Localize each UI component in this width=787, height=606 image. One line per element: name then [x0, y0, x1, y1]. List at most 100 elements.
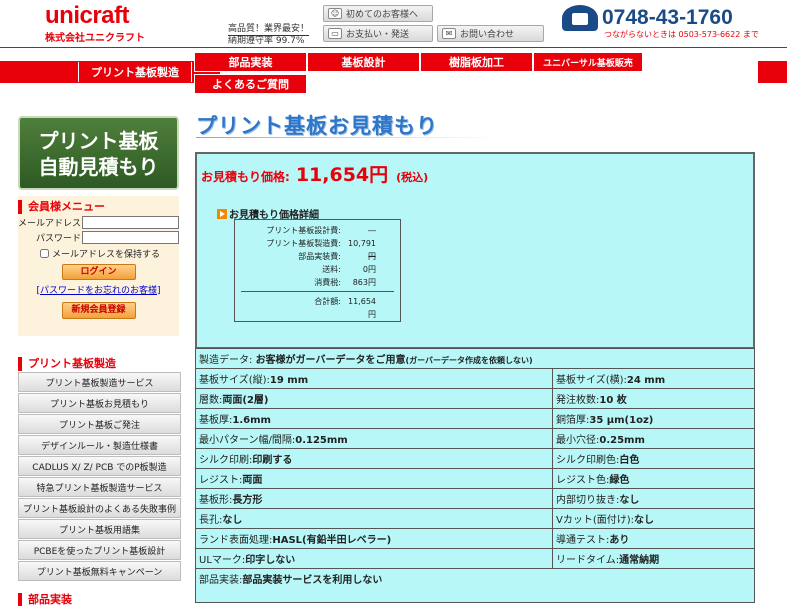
password-field[interactable] [82, 230, 179, 244]
total-label: 合計額: [314, 297, 341, 306]
table-row: 基板厚:1.6mm 銅箔厚:35 μm(1oz) [195, 408, 755, 429]
banner-line1: プリント基板 [38, 129, 159, 153]
login-button[interactable]: ログイン [61, 264, 136, 280]
payment-shipping-button[interactable]: ▭ お支払い・発送 [323, 25, 433, 42]
header-divider [0, 47, 787, 48]
nav-resin-processing[interactable]: 樹脂板加工 [420, 52, 533, 72]
password-label: パスワード [35, 233, 81, 244]
nav-universal-board[interactable]: ユニバーサル基板販売 [533, 52, 643, 72]
detail-row: 送料: 0円 [322, 265, 376, 274]
first-visit-button[interactable]: ☺ 初めてのお客様へ [323, 5, 433, 22]
total-value: 11,654円 [348, 297, 376, 319]
table-row: 製造データ: お客様がガーバーデータをご用意(ガーバーデータ作成を依頼しない) [195, 348, 755, 369]
keep-email-checkbox[interactable] [40, 249, 49, 258]
detail-row: 消費税: 863円 [314, 278, 376, 287]
spec-cell: ULマーク:印字しない [195, 548, 553, 569]
parts-menu-title: 部品実装 [18, 593, 181, 606]
spec-cell: リードタイム:通常納期 [552, 548, 755, 569]
table-row: レジスト:両面 レジスト色:緑色 [195, 468, 755, 489]
brand-name: unicraft [45, 2, 130, 29]
pcb-menu-title: プリント基板製造 [18, 357, 181, 371]
table-row: ランド表面処理:HASL(有鉛半田レベラー) 導通テスト:あり [195, 528, 755, 549]
first-visit-label: 初めてのお客様へ [346, 10, 419, 20]
spec-cell: 最小穴径:0.25mm [552, 428, 755, 449]
phone-note: つながらないときは 0503-573-6622 まで [604, 30, 759, 39]
keep-email-label: メールアドレスを保持する [52, 250, 161, 260]
spec-cell: ランド表面処理:HASL(有鉛半田レベラー) [195, 528, 553, 549]
company-logo[interactable]: unicraft 株式会社ユニクラフト [45, 2, 145, 45]
spec-cell: 基板形:長方形 [195, 488, 553, 509]
detail-row: プリント基板製造費: 10,791円 [266, 239, 376, 261]
price-value: 11,654円 [295, 164, 389, 186]
nav-pcb-design[interactable]: 基板設計 [307, 52, 420, 72]
spec-cell: 層数:両面(2層) [195, 388, 553, 409]
nav-parts-mounting[interactable]: 部品実装 [194, 52, 307, 72]
data-source-cell: 製造データ: お客様がガーバーデータをご用意(ガーバーデータ作成を依頼しない) [195, 348, 755, 369]
menu-glossary[interactable]: プリント基板用語集 [18, 519, 181, 539]
payment-shipping-label: お支払い・発送 [346, 30, 410, 40]
email-field[interactable] [82, 215, 179, 229]
contact-button[interactable]: ✉ お問い合わせ [437, 25, 544, 42]
table-row: 基板サイズ(縦):19 mm 基板サイズ(横):24 mm [195, 368, 755, 389]
detail-row: プリント基板設計費: ― [266, 226, 376, 235]
phone-block: 0748-43-1760 つながらないときは 0503-573-6622 まで [562, 5, 759, 39]
contact-label: お問い合わせ [460, 30, 515, 40]
forgot-password-label: パスワードをお忘れのお客様 [39, 286, 157, 296]
parts-mounting-cell: 部品実装:部品実装サービスを利用しない [195, 568, 755, 603]
page-title: プリント基板お見積もり [196, 115, 438, 138]
spec-cell: 長孔:なし [195, 508, 553, 529]
table-row: 最小パターン幅/間隔:0.125mm 最小穴径:0.25mm [195, 428, 755, 449]
company-name: 株式会社ユニクラフト [45, 33, 145, 44]
phone-icon [562, 5, 598, 31]
person-icon: ☺ [328, 8, 342, 19]
menu-design-rules[interactable]: デザインルール・製造仕様書 [18, 435, 181, 455]
spec-cell: レジスト色:緑色 [552, 468, 755, 489]
spec-cell: 基板サイズ(縦):19 mm [195, 368, 553, 389]
member-menu-title: 会員様メニュー [18, 200, 179, 214]
spec-cell: 発注枚数:10 枚 [552, 388, 755, 409]
menu-pcbe[interactable]: PCBEを使ったプリント基板設計 [18, 540, 181, 560]
forgot-password-link[interactable]: [パスワードをお忘れのお客様] [18, 283, 179, 296]
spec-cell: 内部切り抜き:なし [552, 488, 755, 509]
member-menu: 会員様メニュー メールアドレス パスワード メールアドレスを保持する ログイン … [18, 196, 179, 336]
menu-pcb-quote[interactable]: プリント基板お見積もり [18, 393, 181, 413]
detail-total-row: 合計額: 11,654円 [241, 291, 394, 319]
table-row: 長孔:なし Vカット(面付け):なし [195, 508, 755, 529]
email-label: メールアドレス [18, 218, 82, 229]
menu-express[interactable]: 特急プリント基板製造サービス [18, 477, 181, 497]
spec-cell: 導通テスト:あり [552, 528, 755, 549]
menu-campaign[interactable]: プリント基板無料キャンペーン [18, 561, 181, 581]
menu-cadlus[interactable]: CADLUS X/ Z/ PCB でのP板製造 [18, 456, 181, 476]
nav-faq[interactable]: よくあるご質問 [194, 74, 307, 94]
price-detail-box: プリント基板設計費: ― プリント基板製造費: 10,791円 部品実装費: ― 送料… [234, 219, 401, 322]
tagline: 高品質！業界最安！ 納期遵守率 99.7% [228, 24, 310, 48]
spec-cell: 銅箔厚:35 μm(1oz) [552, 408, 755, 429]
spec-cell: 基板サイズ(横):24 mm [552, 368, 755, 389]
phone-number: 0748-43-1760 [602, 6, 733, 29]
table-row: ULマーク:印字しない リードタイム:通常納期 [195, 548, 755, 569]
auto-quote-banner[interactable]: プリント基板 自動見積もり [18, 116, 179, 190]
menu-pcb-service[interactable]: プリント基板製造サービス [18, 372, 181, 392]
spec-table: 製造データ: お客様がガーバーデータをご用意(ガーバーデータ作成を依頼しない) … [195, 348, 755, 603]
spec-cell: レジスト:両面 [195, 468, 553, 489]
price-tax-note: (税込) [396, 171, 429, 184]
spec-cell: シルク印刷色:白色 [552, 448, 755, 469]
quote-price: お見積もり価格: 11,654円 (税込) [201, 160, 428, 187]
table-row: 層数:両面(2層) 発注枚数:10 枚 [195, 388, 755, 409]
table-row: 基板形:長方形 内部切り抜き:なし [195, 488, 755, 509]
banner-line2: 自動見積もり [38, 155, 159, 179]
spec-cell: 基板厚:1.6mm [195, 408, 553, 429]
menu-pcb-order[interactable]: プリント基板ご発注 [18, 414, 181, 434]
register-button[interactable]: 新規会員登録 [61, 302, 136, 319]
tagline-quality: 高品質！業界最安！ [228, 24, 310, 36]
price-label: お見積もり価格: [201, 170, 290, 184]
menu-failure-cases[interactable]: プリント基板設計のよくある失敗事例 [18, 498, 181, 518]
truck-icon: ▭ [328, 28, 342, 39]
spec-cell: シルク印刷:印刷する [195, 448, 553, 469]
table-row: 部品実装:部品実装サービスを利用しない [195, 568, 755, 603]
pcb-menu: プリント基板製造サービス プリント基板お見積もり プリント基板ご発注 デザインル… [18, 372, 181, 582]
nav-pcb-manufacturing[interactable]: プリント基板製造 [78, 62, 192, 82]
spec-cell: 最小パターン幅/間隔:0.125mm [195, 428, 553, 449]
title-underline [196, 137, 496, 138]
spec-cell: Vカット(面付け):なし [552, 508, 755, 529]
